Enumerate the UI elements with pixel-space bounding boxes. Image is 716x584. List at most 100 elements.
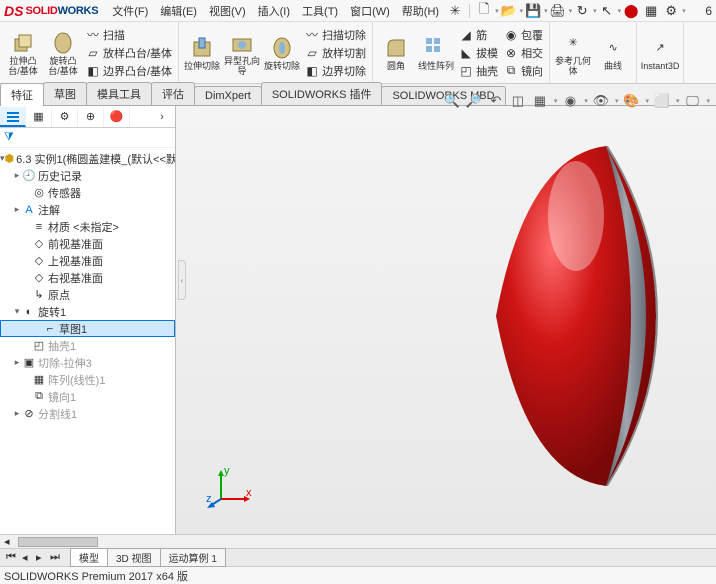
tree-right-plane[interactable]: ◇右视基准面 — [0, 269, 175, 286]
display-manager-tab[interactable]: 🔴 — [104, 107, 130, 127]
configuration-manager-tab[interactable]: ⚙ — [52, 107, 78, 127]
menu-edit[interactable]: 编辑(E) — [154, 1, 203, 21]
btab-motion[interactable]: 运动算例 1 — [160, 548, 226, 567]
feature-tree[interactable]: ▾⬢6.3 实例1(椭圆盖建模_(默认<<默认>_显 ▸🕘历史记录 ◎传感器 ▸… — [0, 148, 175, 534]
linear-pattern-button[interactable]: 线性阵列 — [417, 33, 455, 73]
apply-scene-icon[interactable]: ⬜ — [653, 92, 671, 110]
intersect-button[interactable]: ⊗相交 — [502, 44, 545, 61]
section-view-icon[interactable]: ◫ — [509, 92, 527, 110]
history-icon: 🕘 — [22, 169, 36, 183]
tree-sketch1[interactable]: ⌐草图1 — [0, 320, 175, 337]
menu-help[interactable]: 帮助(H) — [396, 1, 445, 21]
mirror-button[interactable]: ⧉镜向 — [502, 62, 545, 79]
tree-annotations[interactable]: ▸A注解 — [0, 201, 175, 218]
tab-nav-start-icon[interactable]: ⏮ — [6, 551, 16, 564]
boundary-cut-button[interactable]: ◧边界切除 — [303, 62, 368, 79]
menu-separator — [469, 4, 470, 18]
loft-cut-button[interactable]: ▱放样切割 — [303, 44, 368, 61]
sweep-cut-button[interactable]: 〰扫描切除 — [303, 26, 368, 43]
view-settings-icon[interactable]: 🖵 — [683, 92, 701, 110]
feature-manager-tab[interactable] — [0, 107, 26, 127]
funnel-icon[interactable]: ⧩ — [4, 131, 14, 144]
svg-text:y: y — [224, 465, 230, 477]
tree-revolve1[interactable]: ▾◐旋转1 — [0, 303, 175, 320]
tree-lpattern1[interactable]: ▦阵列(线性)1 — [0, 371, 175, 388]
extrude-boss-button[interactable]: 拉伸凸台/基体 — [4, 28, 42, 78]
svg-text:x: x — [246, 487, 252, 499]
tree-material[interactable]: ≡材质 <未指定> — [0, 218, 175, 235]
btab-model[interactable]: 模型 — [70, 548, 108, 567]
panel-collapse-handle[interactable]: ‹ — [178, 260, 186, 300]
menu-view[interactable]: 视图(V) — [203, 1, 252, 21]
view-orientation-icon[interactable]: ▦ — [531, 92, 549, 110]
menu-window[interactable]: 窗口(W) — [344, 1, 396, 21]
manager-tabs: ▦ ⚙ ⊕ 🔴 › — [0, 106, 175, 128]
draft-button[interactable]: ◣拔模 — [457, 44, 500, 61]
tab-mold[interactable]: 模具工具 — [86, 82, 152, 105]
tab-features[interactable]: 特征 — [0, 83, 44, 106]
display-style-icon[interactable]: ◉ — [561, 92, 579, 110]
search-icon[interactable]: ✳ — [447, 3, 463, 19]
boundary-button[interactable]: ◧边界凸台/基体 — [84, 62, 174, 79]
status-text: SOLIDWORKS Premium 2017 x64 版 — [4, 568, 188, 584]
save-icon[interactable]: 💾 — [525, 3, 541, 19]
options-icon[interactable]: ⚙ — [663, 3, 679, 19]
zoom-fit-icon[interactable]: 🔍 — [443, 92, 461, 110]
tab-addins[interactable]: SOLIDWORKS 插件 — [261, 82, 383, 105]
scroll-thumb[interactable] — [18, 537, 98, 547]
property-manager-tab[interactable]: ▦ — [26, 107, 52, 127]
fillet-button[interactable]: 圆角 — [377, 33, 415, 73]
instant3d-button[interactable]: ↗Instant3D — [641, 33, 679, 73]
open-icon[interactable]: 📂 — [501, 3, 517, 19]
revolve-cut-button[interactable]: 旋转切除 — [263, 33, 301, 73]
hide-show-icon[interactable]: 👁 — [592, 92, 610, 110]
horizontal-scrollbar[interactable]: ◂ — [0, 534, 716, 548]
tree-origin[interactable]: ↳原点 — [0, 286, 175, 303]
tree-cutext3[interactable]: ▸▣切除-拉伸3 — [0, 354, 175, 371]
tab-nav-next-icon[interactable]: ▸ — [36, 551, 42, 564]
tree-front-plane[interactable]: ◇前视基准面 — [0, 235, 175, 252]
rebuild-icon[interactable]: ↻ — [574, 3, 590, 19]
tab-dimxpert[interactable]: DimXpert — [194, 86, 262, 105]
tree-shell1[interactable]: ◰抽壳1 — [0, 337, 175, 354]
btab-3dview[interactable]: 3D 视图 — [107, 548, 161, 567]
tab-sketch[interactable]: 草图 — [43, 82, 87, 105]
menu-insert[interactable]: 插入(I) — [252, 1, 296, 21]
motion-tabs: ⏮ ◂ ▸ ⏭ 模型 3D 视图 运动算例 1 — [0, 548, 716, 566]
revolve-boss-button[interactable]: 旋转凸台/基体 — [44, 28, 82, 78]
print-icon[interactable]: 🖨 — [550, 3, 566, 19]
wrap-button[interactable]: ◉包覆 — [502, 26, 545, 43]
tree-root[interactable]: ▾⬢6.3 实例1(椭圆盖建模_(默认<<默认>_显 — [0, 150, 175, 167]
tab-nav-end-icon[interactable]: ⏭ — [50, 551, 60, 564]
ref-geometry-button[interactable]: ✳参考几何体 — [554, 28, 592, 78]
loft-button[interactable]: ▱放样凸台/基体 — [84, 44, 174, 61]
tree-split1[interactable]: ▸⊘分割线1 — [0, 405, 175, 422]
tree-sensors[interactable]: ◎传感器 — [0, 184, 175, 201]
tab-evaluate[interactable]: 评估 — [151, 82, 195, 105]
panel-expand-icon[interactable]: › — [149, 107, 175, 127]
prev-view-icon[interactable]: ↶ — [487, 92, 505, 110]
extrude-cut-button[interactable]: 拉伸切除 — [183, 33, 221, 73]
tab-nav-prev-icon[interactable]: ◂ — [22, 551, 28, 564]
view-icon[interactable]: ▦ — [643, 3, 659, 19]
rib-button[interactable]: ◢筋 — [457, 26, 500, 43]
view-triad[interactable]: y x z — [206, 464, 256, 514]
curves-button[interactable]: ∿曲线 — [594, 33, 632, 73]
graphics-viewport[interactable]: y x z — [176, 106, 716, 534]
tree-history[interactable]: ▸🕘历史记录 — [0, 167, 175, 184]
new-doc-icon[interactable]: 🗋 — [476, 3, 492, 19]
edit-appearance-icon[interactable]: 🎨 — [622, 92, 640, 110]
link-icon[interactable]: ⬤ — [623, 3, 639, 19]
sweep-button[interactable]: 〰扫描 — [84, 26, 174, 43]
menu-tools[interactable]: 工具(T) — [296, 1, 344, 21]
dimxpert-manager-tab[interactable]: ⊕ — [78, 107, 104, 127]
scroll-left-icon[interactable]: ◂ — [0, 535, 14, 548]
hole-wizard-button[interactable]: 异型孔向导 — [223, 28, 261, 78]
shell-button[interactable]: ◰抽壳 — [457, 62, 500, 79]
tree-top-plane[interactable]: ◇上视基准面 — [0, 252, 175, 269]
annotation-icon: A — [22, 203, 36, 217]
zoom-area-icon[interactable]: 🔎 — [465, 92, 483, 110]
menu-file[interactable]: 文件(F) — [106, 1, 154, 21]
tree-mirror1[interactable]: ⧉镜向1 — [0, 388, 175, 405]
select-icon[interactable]: ↖ — [599, 3, 615, 19]
